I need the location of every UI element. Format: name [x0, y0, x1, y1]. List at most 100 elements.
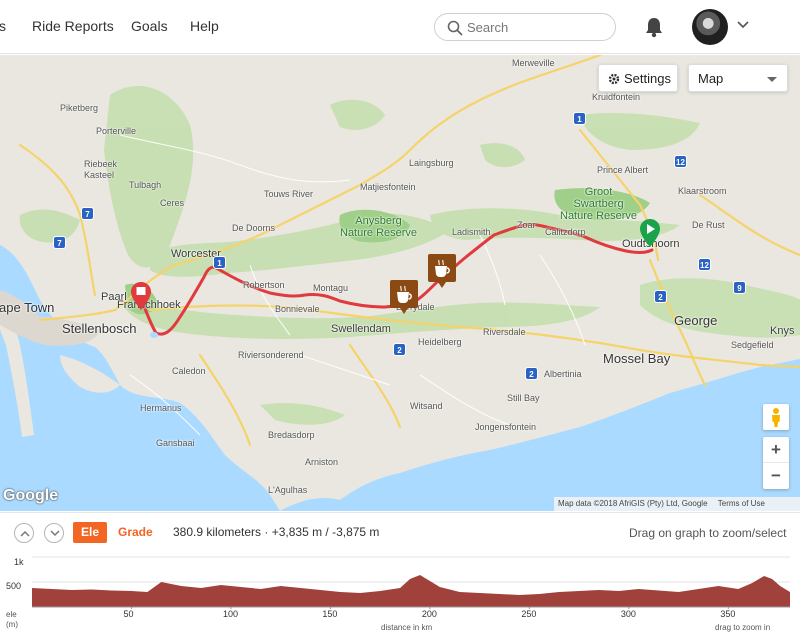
place-label-stellenbosch: Stellenbosch	[62, 321, 137, 336]
route-stats: 380.9 kilometers · +3,835 m / -3,875 m	[173, 525, 380, 539]
y-axis-label: ele	[6, 610, 17, 619]
nav-item-goals[interactable]: Goals	[131, 18, 168, 34]
place-label-ladismith: Ladismith	[452, 227, 491, 237]
place-label-anysberg-reserve: Anysberg Nature Reserve	[340, 215, 418, 239]
place-label-merweville: Merweville	[512, 58, 555, 68]
place-label-hermanus: Hermanus	[140, 403, 182, 413]
place-label-arniston: Arniston	[305, 457, 339, 467]
y-axis-unit: (m)	[6, 620, 18, 629]
x-tick-label: 50	[123, 609, 134, 619]
search-box[interactable]	[434, 13, 616, 41]
chevron-up-icon	[20, 530, 30, 537]
place-label-de-rust: De Rust	[692, 220, 725, 230]
avatar[interactable]	[692, 9, 728, 45]
place-label-l-agulhas: L'Agulhas	[268, 485, 308, 495]
map-view[interactable]: ape Town Stellenbosch Paarl Franschhoek …	[0, 55, 800, 511]
grade-tab[interactable]: Grade	[118, 525, 153, 539]
dropdown-caret-icon	[767, 77, 777, 82]
x-tick-label: 200	[421, 609, 437, 619]
place-label-knysna: Knys	[770, 325, 795, 337]
collapse-down-button[interactable]	[44, 523, 64, 543]
gear-icon	[608, 73, 620, 85]
map-settings-button[interactable]: Settings	[598, 64, 678, 92]
place-label-kruidfontein: Kruidfontein	[592, 92, 641, 102]
x-tick-label: 250	[521, 609, 537, 619]
x-axis-label: distance in km	[381, 623, 433, 632]
chevron-down-icon[interactable]	[737, 20, 749, 30]
route-shield: 7	[81, 207, 94, 220]
place-label-bredasdorp: Bredasdorp	[268, 430, 315, 440]
place-label-de-doorns: De Doorns	[232, 223, 276, 233]
route-shield: 2	[654, 290, 667, 303]
flag-icon	[136, 287, 146, 295]
place-label-caledon: Caledon	[172, 366, 206, 376]
elevation-profile-panel: Ele Grade 380.9 kilometers · +3,835 m / …	[0, 512, 800, 640]
place-label-bonnievale: Bonnievale	[275, 304, 320, 314]
route-shield: 7	[53, 236, 66, 249]
attribution-text: Map data ©2018 AfriGIS (Pty) Ltd, Google	[558, 499, 708, 508]
zoom-control: + −	[763, 437, 789, 489]
chevron-down-icon	[50, 530, 60, 537]
place-label-montagu: Montagu	[313, 283, 349, 293]
elevation-tab[interactable]: Ele	[73, 522, 107, 543]
place-label-robertson: Robertson	[243, 280, 285, 290]
place-label-calitzdorp: Calitzdorp	[545, 227, 586, 237]
top-navigation: s Ride Reports Goals Help	[0, 0, 800, 54]
map-type-value: Map	[698, 71, 724, 86]
place-label-witsand: Witsand	[410, 401, 443, 411]
place-label-matjiesfontein: Matjiesfontein	[360, 182, 416, 192]
place-label-laingsburg: Laingsburg	[409, 158, 454, 168]
zoom-out-button[interactable]: −	[763, 463, 789, 489]
place-label-touws-river: Touws River	[264, 189, 314, 199]
place-label-gansbaai: Gansbaai	[156, 438, 195, 448]
map-attribution: Map data ©2018 AfriGIS (Pty) Ltd, Google…	[554, 497, 800, 511]
x-tick-label: 150	[322, 609, 338, 619]
place-label-still-bay: Still Bay	[507, 393, 540, 403]
place-label-porterville: Porterville	[96, 126, 137, 136]
place-label-george: George	[674, 313, 718, 328]
coffee-stop-marker[interactable]	[428, 254, 456, 288]
street-view-pegman[interactable]	[763, 404, 789, 430]
place-label-jongensfontein: Jongensfontein	[475, 422, 537, 432]
bell-icon[interactable]	[644, 16, 664, 38]
terms-of-use-link[interactable]: Terms of Use	[718, 499, 765, 508]
place-label-prince-albert: Prince Albert	[597, 165, 649, 175]
route-shield: 2	[393, 343, 406, 356]
place-label-cape-town: ape Town	[0, 300, 55, 315]
place-label-ceres: Ceres	[160, 198, 185, 208]
place-label-klaarstroom: Klaarstroom	[678, 186, 727, 196]
x-tick-label: 350	[720, 609, 736, 619]
nav-item-help[interactable]: Help	[190, 18, 219, 34]
place-label-zoar: Zoar	[517, 220, 536, 230]
pegman-icon	[772, 408, 780, 427]
place-label-riebeek-kasteel: Riebeek Kasteel	[84, 159, 118, 180]
google-logo: Google	[3, 487, 59, 504]
route-shield: 2	[525, 367, 538, 380]
place-label-mossel-bay: Mossel Bay	[603, 351, 671, 366]
expand-up-button[interactable]	[14, 523, 34, 543]
nav-item-ride-reports[interactable]: Ride Reports	[32, 18, 114, 34]
route-shield: 9	[733, 281, 746, 294]
map-type-select[interactable]: Map	[688, 64, 788, 92]
x-tick-label: 100	[222, 609, 238, 619]
search-input[interactable]	[467, 17, 607, 37]
search-icon	[447, 20, 463, 36]
coffee-stop-marker[interactable]	[390, 280, 418, 314]
settings-label: Settings	[624, 71, 671, 86]
route-end-marker[interactable]	[131, 282, 151, 310]
elevation-chart[interactable]	[0, 553, 800, 609]
route-shield: 1	[573, 112, 586, 125]
place-label-riversdale: Riversdale	[483, 327, 526, 337]
zoom-in-button[interactable]: +	[763, 437, 789, 463]
route-shield: 12	[698, 258, 711, 271]
place-label-albertinia: Albertinia	[544, 369, 582, 379]
place-label-sedgefield: Sedgefield	[731, 340, 774, 350]
elevation-area	[32, 575, 790, 607]
place-label-riviersonderend: Riviersonderend	[238, 350, 304, 360]
zoom-hint: drag to zoom in	[715, 623, 771, 632]
route-start-marker[interactable]	[640, 219, 660, 247]
nav-item-truncated[interactable]: s	[0, 18, 6, 34]
place-label-groot-swartberg-reserve: Groot Swartberg Nature Reserve	[560, 186, 638, 222]
route-shield: 12	[674, 155, 687, 168]
place-label-tulbagh: Tulbagh	[129, 180, 162, 190]
